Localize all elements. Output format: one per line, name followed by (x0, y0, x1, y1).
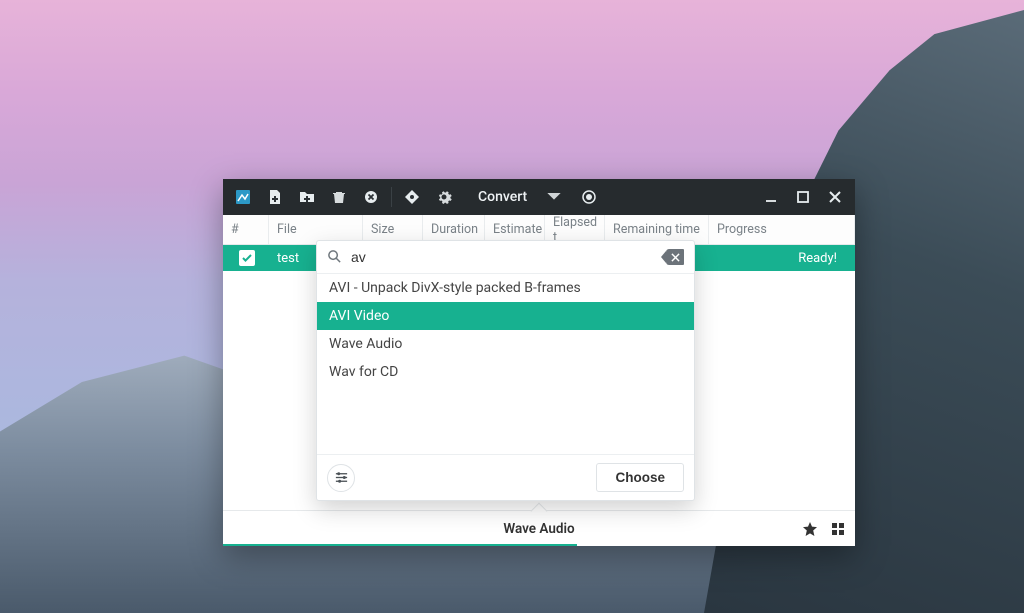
add-file-icon[interactable] (261, 183, 289, 211)
record-icon[interactable] (575, 183, 603, 211)
option-item[interactable]: Wav for CD (317, 358, 694, 386)
col-progress[interactable]: Progress (709, 215, 855, 244)
action-label[interactable]: Convert (462, 189, 539, 205)
options-list: AVI - Unpack DivX-style packed B-frames … (317, 274, 694, 454)
toolbar-separator (391, 187, 392, 207)
search-input[interactable] (351, 249, 658, 265)
popover-footer: Choose (317, 454, 694, 500)
trash-icon[interactable] (325, 183, 353, 211)
clear-search-icon[interactable] (666, 249, 684, 265)
titlebar: Convert (223, 179, 855, 215)
add-folder-icon[interactable] (293, 183, 321, 211)
dropdown-arrow-icon[interactable] (543, 183, 571, 211)
app-icon (229, 183, 257, 211)
col-index[interactable]: # (223, 215, 269, 244)
row-checkbox[interactable] (239, 250, 255, 266)
settings-icon[interactable] (327, 464, 355, 492)
star-icon[interactable] (801, 520, 819, 538)
footer-progress (223, 544, 577, 546)
choose-button[interactable]: Choose (596, 463, 684, 492)
grid-icon[interactable] (829, 520, 847, 538)
stop-icon[interactable] (357, 183, 385, 211)
minimize-icon[interactable] (757, 183, 785, 211)
option-item[interactable]: AVI Video (317, 302, 694, 330)
maximize-icon[interactable] (789, 183, 817, 211)
search-icon (327, 249, 343, 265)
row-status: Ready! (790, 251, 855, 266)
option-item[interactable]: AVI - Unpack DivX-style packed B-frames (317, 274, 694, 302)
format-popover: AVI - Unpack DivX-style packed B-frames … (316, 240, 695, 501)
footer-format[interactable]: Wave Audio (503, 521, 574, 537)
footer-bar: Wave Audio (223, 510, 855, 546)
diamond-icon[interactable] (398, 183, 426, 211)
gear-icon[interactable] (430, 183, 458, 211)
option-item[interactable]: Wave Audio (317, 330, 694, 358)
search-row (317, 241, 694, 274)
close-icon[interactable] (821, 183, 849, 211)
